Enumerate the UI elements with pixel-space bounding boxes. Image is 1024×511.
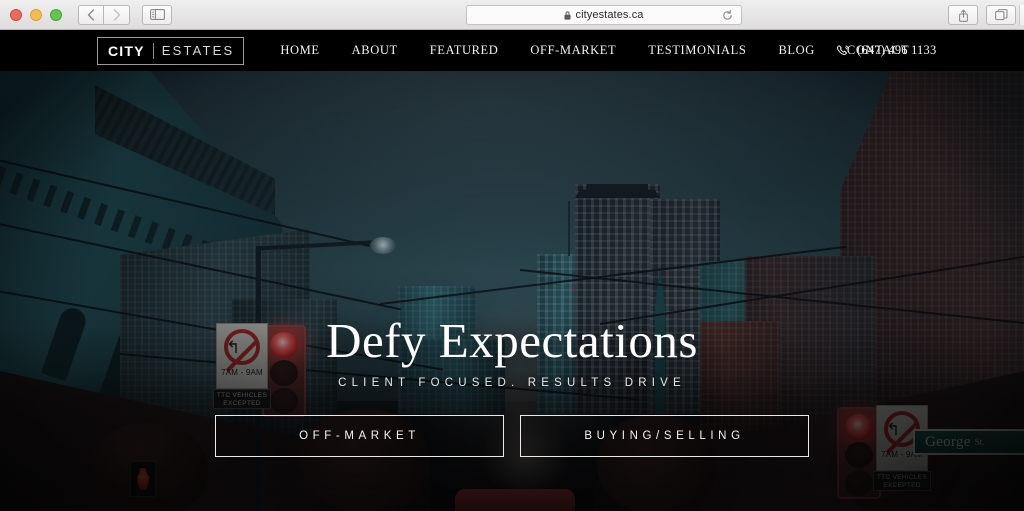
- nav-item-testimonials[interactable]: TESTIMONIALS: [632, 43, 762, 58]
- forward-chevron-icon: [113, 8, 120, 21]
- site-header: CITY ESTATES HOME ABOUT FEATURED OFF-MAR…: [0, 30, 1024, 71]
- back-button[interactable]: [78, 4, 104, 25]
- tabs-icon: [994, 9, 1008, 21]
- share-button[interactable]: [948, 5, 978, 25]
- header-phone-link[interactable]: (647) 496 1133: [836, 43, 1024, 58]
- tabs-button[interactable]: [986, 5, 1016, 25]
- sidebar-icon: [149, 9, 165, 20]
- back-chevron-icon: [87, 8, 95, 21]
- hero-subtitle: CLIENT FOCUSED. RESULTS DRIVE: [338, 377, 686, 390]
- share-icon: [958, 9, 968, 22]
- logo-primary-text: CITY: [108, 42, 145, 59]
- hero-button-buying-selling[interactable]: BUYING/SELLING: [520, 415, 809, 458]
- reload-icon: [723, 10, 732, 20]
- forward-button[interactable]: [104, 4, 130, 25]
- nav-item-about[interactable]: ABOUT: [336, 43, 414, 58]
- sidebar-button[interactable]: [142, 4, 172, 25]
- main-navigation: HOME ABOUT FEATURED OFF-MARKET TESTIMONI…: [264, 43, 925, 58]
- tab-overflow-edge: [1019, 5, 1024, 25]
- browser-chrome: cityestates.ca: [0, 0, 1024, 30]
- reload-button[interactable]: [720, 8, 735, 23]
- phone-icon: [837, 44, 849, 55]
- hero-content: Defy Expectations CLIENT FOCUSED. RESULT…: [0, 71, 1024, 511]
- phone-number-text: (647) 496 1133: [857, 43, 937, 57]
- hero-section: ↰ 7AM - 9AM TTC VEHICLES EXCEPTED ↰ 7AM …: [0, 71, 1024, 511]
- logo-secondary-text: ESTATES: [161, 43, 235, 58]
- window-controls: [10, 8, 62, 21]
- nav-item-home[interactable]: HOME: [264, 43, 335, 58]
- lock-icon: [564, 10, 571, 20]
- logo-divider: [152, 42, 154, 59]
- navigation-buttons: [78, 4, 130, 25]
- address-bar[interactable]: cityestates.ca: [466, 5, 742, 25]
- nav-item-featured[interactable]: FEATURED: [414, 43, 515, 58]
- chrome-right-buttons: [948, 5, 1016, 25]
- url-text: cityestates.ca: [575, 9, 644, 21]
- maximize-window-button[interactable]: [50, 8, 62, 21]
- close-window-button[interactable]: [10, 8, 22, 21]
- hero-button-off-market[interactable]: OFF-MARKET: [215, 415, 504, 458]
- minimize-window-button[interactable]: [30, 8, 42, 21]
- site-logo[interactable]: CITY ESTATES: [97, 36, 245, 65]
- hero-title: Defy Expectations: [326, 313, 698, 368]
- nav-item-off-market[interactable]: OFF-MARKET: [514, 43, 632, 58]
- nav-item-blog[interactable]: BLOG: [762, 43, 830, 58]
- hero-cta-group: OFF-MARKET BUYING/SELLING: [215, 415, 809, 458]
